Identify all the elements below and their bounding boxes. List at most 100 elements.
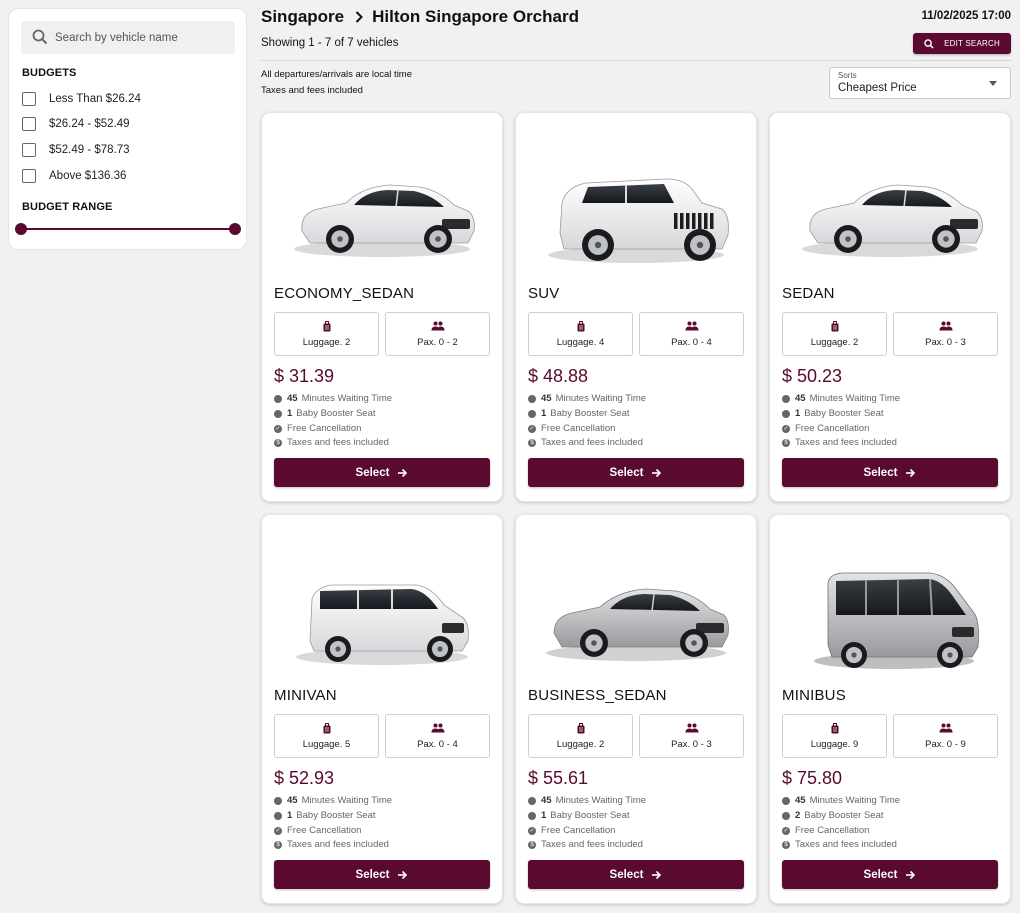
dollar-circle-icon: $	[528, 840, 536, 849]
select-vehicle-button[interactable]: Select	[782, 458, 998, 487]
booster-seat: 1 Baby Booster Seat	[528, 408, 630, 419]
budget-option[interactable]: Above $136.36	[22, 168, 126, 184]
header-divider	[261, 60, 1011, 61]
budget-checkbox[interactable]	[22, 92, 36, 106]
budget-option[interactable]: $52.49 - $78.73	[22, 142, 130, 158]
select-vehicle-button[interactable]: Select	[782, 860, 998, 889]
booster-seat: 2 Baby Booster Seat	[782, 810, 884, 821]
taxes-text: Taxes and fees included	[287, 839, 389, 850]
vehicle-name: BUSINESS_SEDAN	[528, 687, 667, 704]
booster-text: Baby Booster Seat	[296, 810, 376, 821]
waiting-minutes: 45	[541, 393, 552, 404]
budget-checkbox[interactable]	[22, 169, 36, 183]
budget-checkbox[interactable]	[22, 143, 36, 157]
passengers-icon	[939, 321, 953, 331]
range-min-handle[interactable]	[15, 223, 27, 235]
select-vehicle-button[interactable]: Select	[274, 860, 490, 889]
search-input[interactable]	[55, 21, 231, 54]
booster-text: Baby Booster Seat	[550, 810, 630, 821]
select-vehicle-button[interactable]: Select	[274, 458, 490, 487]
budget-option[interactable]: Less Than $26.24	[22, 91, 141, 107]
vehicle-price: $ 50.23	[782, 366, 843, 386]
taxes-text: Taxes and fees included	[795, 839, 897, 850]
dropdown-arrow-icon	[989, 81, 997, 86]
waiting-time: 45 Minutes Waiting Time	[274, 795, 392, 806]
select-label: Select	[863, 868, 898, 881]
budget-option[interactable]: $26.24 - $52.49	[22, 116, 130, 132]
pax-label: Pax. 0 - 9	[925, 739, 966, 750]
passengers-icon	[939, 723, 953, 733]
select-label: Select	[609, 868, 644, 881]
luggage-label: Luggage. 2	[302, 337, 351, 348]
pax-label: Pax. 0 - 3	[925, 337, 966, 348]
clock-icon	[782, 796, 790, 805]
breadcrumb: Singapore Hilton Singapore Orchard	[261, 7, 579, 27]
sort-select[interactable]: Sorts Cheapest Price	[829, 67, 1011, 99]
booster-seat: 1 Baby Booster Seat	[274, 810, 376, 821]
edit-search-button[interactable]: EDIT SEARCH	[913, 33, 1011, 54]
booster-seat: 1 Baby Booster Seat	[782, 408, 884, 419]
waiting-text: Minutes Waiting Time	[809, 393, 901, 404]
dollar-circle-icon: $	[782, 438, 790, 447]
booster-text: Baby Booster Seat	[804, 810, 884, 821]
waiting-time: 45 Minutes Waiting Time	[528, 795, 646, 806]
waiting-text: Minutes Waiting Time	[301, 795, 393, 806]
check-circle-icon: ✓	[274, 826, 282, 835]
select-label: Select	[609, 466, 644, 479]
vehicle-price: $ 52.93	[274, 768, 335, 788]
vehicle-search	[21, 21, 235, 54]
waiting-minutes: 45	[795, 795, 806, 806]
clock-icon	[528, 394, 536, 403]
vehicle-price: $ 55.61	[528, 768, 589, 788]
clock-icon	[274, 394, 282, 403]
check-circle-icon: ✓	[782, 826, 790, 835]
luggage-icon	[831, 321, 839, 332]
pax-label: Pax. 0 - 3	[671, 739, 712, 750]
vehicle-card: SUV Luggage. 4 Pax. 0 - 4 $ 48.88 45 Min…	[515, 112, 757, 502]
vehicle-name: MINIVAN	[274, 687, 337, 704]
select-vehicle-button[interactable]: Select	[528, 458, 744, 487]
edit-search-label: EDIT SEARCH	[944, 39, 1000, 48]
arrow-right-icon	[398, 468, 408, 477]
cancellation-text: Free Cancellation	[287, 423, 362, 434]
child-seat-icon	[528, 409, 536, 418]
range-max-handle[interactable]	[229, 223, 241, 235]
dollar-circle-icon: $	[274, 438, 282, 447]
waiting-time: 45 Minutes Waiting Time	[782, 393, 900, 404]
select-vehicle-button[interactable]: Select	[528, 860, 744, 889]
budget-range-track[interactable]	[21, 228, 235, 230]
passenger-capacity: Pax. 0 - 4	[639, 312, 744, 356]
waiting-text: Minutes Waiting Time	[555, 393, 647, 404]
booster-count: 1	[795, 408, 801, 419]
waiting-minutes: 45	[541, 795, 552, 806]
clock-icon	[274, 796, 282, 805]
vehicle-price: $ 48.88	[528, 366, 589, 386]
waiting-minutes: 45	[795, 393, 806, 404]
cancellation-text: Free Cancellation	[795, 825, 870, 836]
sort-caption: Sorts	[838, 71, 857, 80]
booster-seat: 1 Baby Booster Seat	[528, 810, 630, 821]
child-seat-icon	[782, 409, 790, 418]
child-seat-icon	[274, 811, 282, 820]
select-label: Select	[355, 868, 390, 881]
passenger-capacity: Pax. 0 - 3	[893, 312, 998, 356]
dollar-circle-icon: $	[782, 840, 790, 849]
taxes-included: $ Taxes and fees included	[528, 437, 643, 448]
arrow-right-icon	[398, 870, 408, 879]
passenger-capacity: Pax. 0 - 4	[385, 714, 490, 758]
taxes-included: $ Taxes and fees included	[782, 839, 897, 850]
budget-label: Less Than $26.24	[49, 93, 141, 105]
luggage-label: Luggage. 5	[302, 739, 351, 750]
budget-checkbox[interactable]	[22, 117, 36, 131]
luggage-capacity: Luggage. 9	[782, 714, 887, 758]
vehicle-card: MINIVAN Luggage. 5 Pax. 0 - 4 $ 52.93 45…	[261, 514, 503, 904]
taxes-included: $ Taxes and fees included	[782, 437, 897, 448]
search-icon	[32, 29, 48, 45]
cancellation-text: Free Cancellation	[541, 825, 616, 836]
cancellation-text: Free Cancellation	[541, 423, 616, 434]
budget-label: $26.24 - $52.49	[49, 118, 130, 130]
taxes-included: $ Taxes and fees included	[528, 839, 643, 850]
waiting-text: Minutes Waiting Time	[301, 393, 393, 404]
waiting-time: 45 Minutes Waiting Time	[782, 795, 900, 806]
vehicle-name: SEDAN	[782, 285, 835, 302]
